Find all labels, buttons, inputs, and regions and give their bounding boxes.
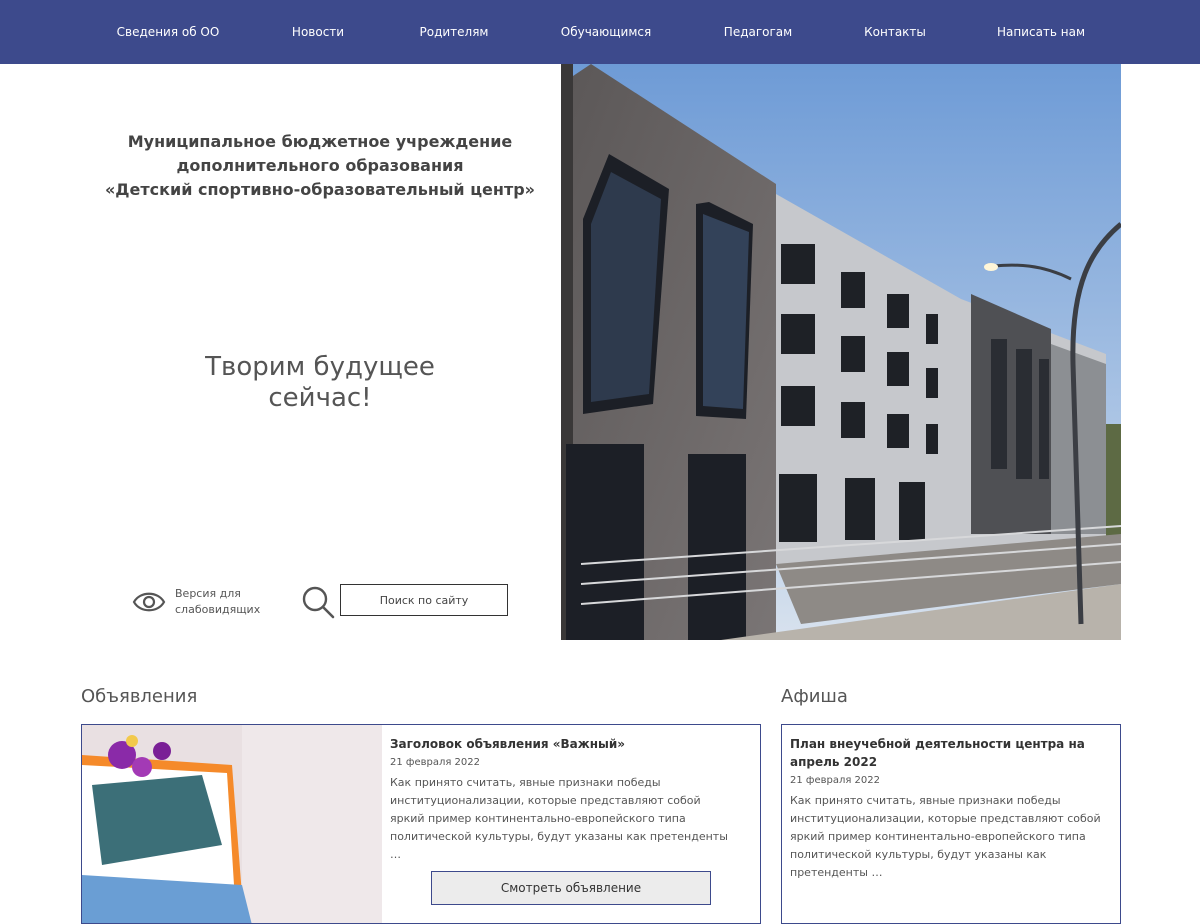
nav-item-roditelyam[interactable]: Родителям: [420, 0, 489, 64]
nav-item-pedagogam[interactable]: Педагогам: [724, 0, 792, 64]
afisha-title[interactable]: План внеучебной деятельности центра на а…: [790, 735, 1112, 771]
institution-title-line: Муниципальное бюджетное учреждение: [127, 132, 513, 151]
search-icon[interactable]: [300, 584, 336, 620]
announcement-image: [82, 725, 382, 923]
slogan-line: Творим будущее: [205, 352, 435, 382]
eye-icon[interactable]: [132, 588, 166, 616]
afisha-section-title: Афиша: [781, 686, 848, 707]
vision-impaired-link[interactable]: Версия для слабовидящих: [175, 586, 260, 618]
building-photo: [561, 64, 1121, 640]
search-input[interactable]: [340, 584, 508, 616]
afisha-text: Как принято считать, явные признаки побе…: [790, 794, 1101, 879]
vision-link-line: слабовидящих: [175, 603, 261, 616]
main-nav: Сведения об ОО Новости Родителям Обучающ…: [0, 0, 1200, 64]
institution-title: Муниципальное бюджетное учреждение допол…: [100, 130, 540, 202]
announcement-date: 21 февраля 2022: [390, 757, 481, 768]
nav-item-obuchayushimsya[interactable]: Обучающимся: [561, 0, 651, 64]
nav-item-svedeniya[interactable]: Сведения об ОО: [117, 0, 220, 64]
institution-title-line: «Детский спортивно-образовательный центр…: [104, 180, 536, 199]
nav-item-kontakty[interactable]: Контакты: [864, 0, 926, 64]
afisha-date: 21 февраля 2022: [790, 775, 881, 786]
announcement-body: Заголовок объявления «Важный» 21 февраля…: [390, 735, 730, 864]
institution-title-line: дополнительного образования: [176, 156, 464, 175]
nav-item-novosti[interactable]: Новости: [292, 0, 344, 64]
announcements-section-title: Объявления: [81, 686, 198, 707]
announcement-text: Как принято считать, явные признаки побе…: [390, 776, 728, 861]
nav-item-napisat-nam[interactable]: Написать нам: [997, 0, 1085, 64]
announcement-title[interactable]: Заголовок объявления «Важный»: [390, 735, 730, 753]
vision-link-line: Версия для: [175, 587, 241, 600]
announcement-card[interactable]: Заголовок объявления «Важный» 21 февраля…: [81, 724, 761, 924]
afisha-card[interactable]: План внеучебной деятельности центра на а…: [781, 724, 1121, 924]
slogan-line: сейчас!: [268, 383, 372, 413]
slogan: Творим будущее сейчас!: [160, 352, 480, 414]
afisha-body: План внеучебной деятельности центра на а…: [790, 735, 1112, 882]
